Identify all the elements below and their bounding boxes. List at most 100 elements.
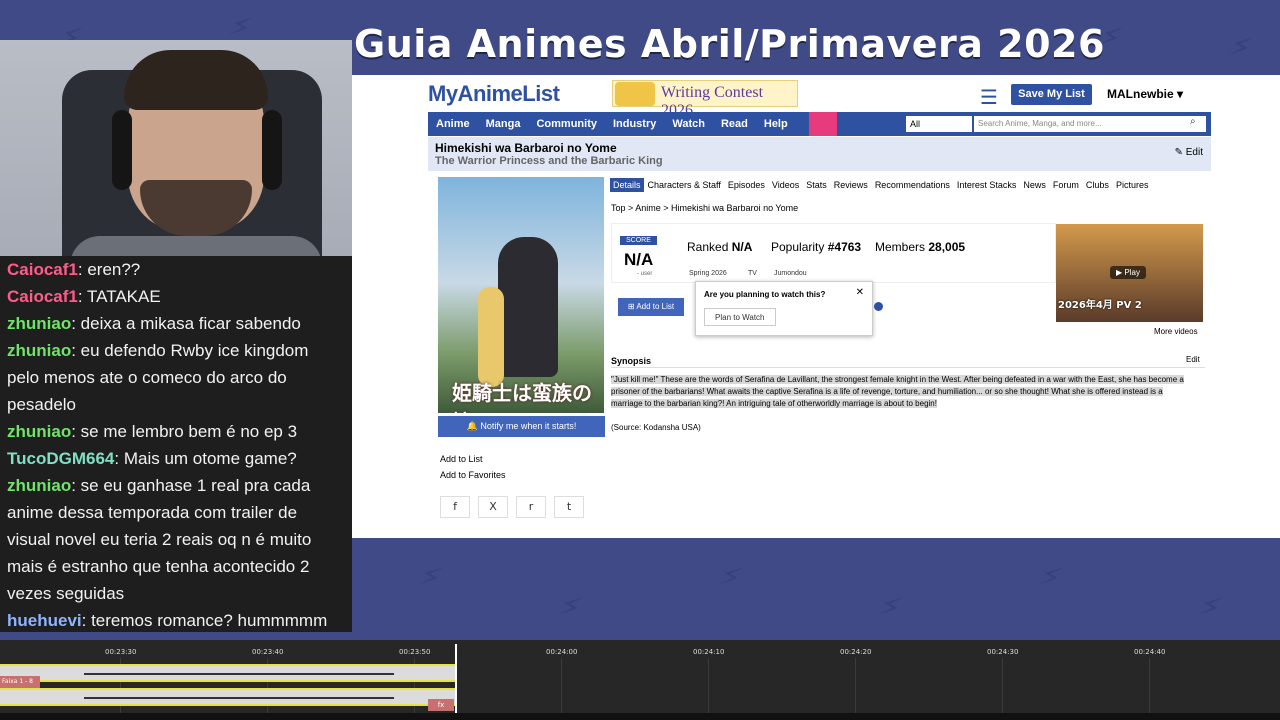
play-button[interactable]: ▶ Play (1110, 266, 1146, 279)
main-nav: Anime Manga Community Industry Watch Read Help… (428, 112, 1211, 136)
chat-message: zhuniao: se eu ganhase 1 real pra cada a… (7, 476, 312, 603)
tab-reviews[interactable]: Reviews (831, 178, 871, 192)
anime-poster[interactable]: 姫騎士は蛮族の嫁 (438, 177, 604, 413)
fx-button[interactable]: fx (428, 699, 454, 711)
members-stat: Members 28,005 (875, 240, 966, 254)
title-header: Himekishi wa Barbaroi no Yome The Warrio… (428, 137, 1211, 171)
nav-item-community[interactable]: Community (528, 112, 605, 136)
chat-text: teremos romance? hummmmm (91, 611, 328, 630)
audio-track-2[interactable] (0, 688, 456, 706)
season-link[interactable]: Spring 2026 (689, 270, 727, 277)
notify-button[interactable]: 🔔 Notify me when it starts! (438, 416, 605, 437)
track-label: Faixa 1 - 8 (0, 676, 40, 688)
chat-text: TATAKAE (87, 287, 161, 306)
chat-username[interactable]: zhuniao (7, 314, 71, 333)
tab-episodes[interactable]: Episodes (725, 178, 768, 192)
tab-clubs[interactable]: Clubs (1083, 178, 1112, 192)
search-category-select[interactable]: All (906, 116, 972, 132)
contest-banner[interactable]: Writing Contest 2026 (612, 80, 798, 119)
audio-track-1[interactable] (0, 664, 456, 682)
close-icon[interactable]: ✕ (856, 287, 864, 298)
timeline-tick: 00:24:30 (987, 648, 1019, 656)
synopsis-edit-link[interactable]: Edit (1186, 355, 1200, 364)
chat-message: huehuevi: teremos romance? hummmmm (7, 611, 328, 630)
more-videos-link[interactable]: More videos (1154, 327, 1198, 336)
add-to-favorites-link[interactable]: Add to Favorites (440, 470, 506, 480)
editor-timeline[interactable]: 00:23:30 00:23:40 00:23:50 00:24:00 00:24:10… (0, 640, 1280, 720)
timeline-tick: 00:23:50 (399, 648, 431, 656)
mascot-icon[interactable] (809, 112, 837, 136)
search-input[interactable]: Search Anime, Manga, and more... (974, 116, 1206, 132)
score-users: - user (637, 271, 653, 277)
menu-icon[interactable]: ☰ (980, 85, 998, 109)
score-label: SCORE (620, 236, 657, 245)
stream-title: Guia Animes Abril/Primavera 2026 (354, 22, 1105, 66)
chat-username[interactable]: TucoDGM664 (7, 449, 114, 468)
timeline-tick: 00:24:20 (840, 648, 872, 656)
score-value: N/A (624, 250, 654, 269)
plus-icon[interactable] (874, 302, 883, 311)
x-icon[interactable]: X (478, 496, 508, 518)
timeline-tick: 00:24:40 (1134, 648, 1166, 656)
save-my-list-button[interactable]: Save My List (1011, 84, 1092, 105)
bottom-bar (0, 713, 1280, 720)
tab-videos[interactable]: Videos (769, 178, 802, 192)
nav-item-help[interactable]: Help (756, 112, 796, 136)
promo-video-thumbnail[interactable]: ▶ Play 2026年4月 PV 2 (1056, 224, 1203, 322)
chat-username[interactable]: zhuniao (7, 476, 71, 495)
anime-title: Himekishi wa Barbaroi no Yome (435, 141, 617, 155)
nav-item-industry[interactable]: Industry (605, 112, 664, 136)
breadcrumb[interactable]: Top > Anime > Himekishi wa Barbaroi no Y… (611, 203, 798, 213)
chat-username[interactable]: zhuniao (7, 341, 71, 360)
chat-text: deixa a mikasa ficar sabendo (80, 314, 301, 333)
chat-username[interactable]: Caiocaf1 (7, 260, 78, 279)
tab-characters-staff[interactable]: Characters & Staff (645, 178, 724, 192)
site-logo[interactable]: MyAnimeList (428, 81, 560, 107)
nav-item-read[interactable]: Read (713, 112, 756, 136)
popularity-stat: Popularity #4763 (771, 240, 862, 254)
tab-pictures[interactable]: Pictures (1113, 178, 1152, 192)
synopsis-source: (Source: Kodansha USA) (611, 423, 701, 432)
video-caption: 2026年4月 PV 2 (1058, 300, 1142, 311)
tab-recommendations[interactable]: Recommendations (872, 178, 953, 192)
tab-forum[interactable]: Forum (1050, 178, 1082, 192)
nav-item-manga[interactable]: Manga (478, 112, 529, 136)
anime-english-title: The Warrior Princess and the Barbaric Ki… (435, 155, 663, 167)
timeline-tick: 00:23:40 (252, 648, 284, 656)
timeline-gridline (1149, 658, 1150, 720)
chat-message: Caiocaf1: TATAKAE (7, 287, 161, 306)
plan-to-watch-button[interactable]: Plan to Watch (704, 308, 776, 326)
timeline-gridline (708, 658, 709, 720)
synopsis-text: "Just kill me!" These are the words of S… (611, 375, 1184, 408)
browser-window: MyAnimeList Writing Contest 2026 ☰ Save … (352, 75, 1280, 538)
nav-item-watch[interactable]: Watch (664, 112, 713, 136)
facebook-icon[interactable]: f (440, 496, 470, 518)
reddit-icon[interactable]: r (516, 496, 546, 518)
tab-interest-stacks[interactable]: Interest Stacks (954, 178, 1020, 192)
timeline-gridline (561, 658, 562, 720)
tumblr-icon[interactable]: t (554, 496, 584, 518)
chat-username[interactable]: zhuniao (7, 422, 71, 441)
chat-panel: Caiocaf1: eren?? Caiocaf1: TATAKAE zhuniao… (0, 256, 352, 632)
chat-message: zhuniao: eu defendo Rwby ice kingdom pel… (7, 341, 309, 414)
edit-button[interactable]: ✎ Edit (1175, 147, 1203, 158)
user-menu[interactable]: MALnewbie ▾ (1107, 87, 1183, 101)
ranked-stat: Ranked N/A (687, 240, 753, 254)
chat-username[interactable]: Caiocaf1 (7, 287, 78, 306)
chat-text: Mais um otome game? (123, 449, 297, 468)
playhead[interactable] (455, 644, 457, 716)
timeline-gridline (855, 658, 856, 720)
nav-item-anime[interactable]: Anime (428, 112, 478, 136)
add-to-list-link[interactable]: Add to List (440, 454, 483, 464)
tab-news[interactable]: News (1020, 178, 1049, 192)
type-link[interactable]: TV (748, 270, 757, 277)
studio-link[interactable]: Jumondou (774, 270, 807, 277)
chat-text: se me lembro bem é no ep 3 (80, 422, 298, 441)
tab-stats[interactable]: Stats (803, 178, 830, 192)
chat-username[interactable]: huehuevi (7, 611, 82, 630)
chat-message: Caiocaf1: eren?? (7, 260, 141, 279)
tab-details[interactable]: Details (610, 178, 644, 192)
search-icon[interactable]: ⌕ (1190, 116, 1196, 127)
poster-title: 姫騎士は蛮族の嫁 (452, 381, 592, 413)
add-to-list-button[interactable]: ⊞ Add to List (618, 298, 684, 316)
